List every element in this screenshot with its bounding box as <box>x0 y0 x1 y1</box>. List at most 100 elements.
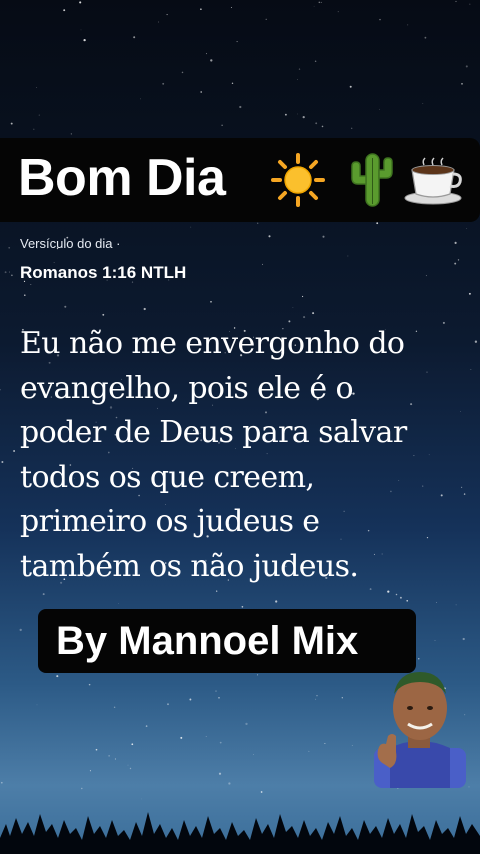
verse-line: poder de Deus para salvar <box>20 415 407 450</box>
star-dot <box>56 675 59 678</box>
star-dot <box>10 122 13 125</box>
star-dot <box>457 259 460 261</box>
star-dot <box>268 235 271 238</box>
star-dot <box>321 125 324 128</box>
star-dot <box>399 596 402 599</box>
star-dot <box>322 235 325 238</box>
verse-of-the-day-caption: Versículo do dia · <box>20 236 121 251</box>
star-dot <box>88 683 91 686</box>
star-dot <box>190 226 192 228</box>
star-dot <box>316 695 318 697</box>
star-dot <box>302 115 305 119</box>
star-dot <box>215 690 217 692</box>
star-dot <box>275 600 278 603</box>
star-dot <box>455 604 457 606</box>
star-dot <box>81 787 83 790</box>
star-dot <box>140 98 142 100</box>
star-dot <box>228 782 231 785</box>
star-dot <box>351 127 353 129</box>
star-dot <box>347 255 349 257</box>
star-dot <box>158 21 160 23</box>
verse-text: Eu não me envergonho do evangelho, pois … <box>20 322 460 589</box>
star-dot <box>30 283 32 286</box>
star-dot <box>70 133 72 135</box>
star-dot <box>95 748 98 751</box>
star-dot <box>284 113 287 116</box>
star-dot <box>313 5 315 7</box>
star-dot <box>189 698 192 701</box>
star-dot <box>418 658 420 660</box>
cactus-icon <box>351 153 393 207</box>
star-dot <box>63 9 66 12</box>
star-dot <box>302 295 304 298</box>
star-dot <box>79 1 82 4</box>
star-dot <box>462 637 465 641</box>
star-dot <box>265 18 267 20</box>
star-dot <box>253 754 254 755</box>
verse-line: Eu não me envergonho do <box>20 326 405 361</box>
star-dot <box>89 770 91 772</box>
star-dot <box>231 82 234 85</box>
star-dot <box>262 263 264 265</box>
star-dot <box>36 87 38 89</box>
star-dot <box>200 91 203 93</box>
star-dot <box>33 128 35 130</box>
author-credit: By Mannoel Mix <box>56 619 359 663</box>
star-dot <box>470 369 472 370</box>
star-dot <box>260 791 263 793</box>
star-dot <box>435 602 437 604</box>
star-dot <box>337 11 339 13</box>
star-dot <box>424 36 427 39</box>
star-dot <box>221 124 223 127</box>
star-dot <box>387 590 390 593</box>
star-dot <box>80 29 82 31</box>
star-dot <box>468 292 471 295</box>
star-dot <box>205 736 207 737</box>
star-dot <box>4 271 7 274</box>
star-dot <box>0 388 1 391</box>
star-dot <box>434 640 436 641</box>
star-dot <box>297 79 298 80</box>
star-dot <box>406 599 409 602</box>
star-dot <box>113 706 116 709</box>
star-dot <box>315 122 318 125</box>
star-dot <box>127 764 129 766</box>
verse-line: primeiro os judeus e <box>20 504 320 539</box>
star-dot <box>118 603 119 604</box>
star-dot <box>349 85 352 88</box>
star-dot <box>324 743 326 744</box>
forest-silhouette <box>0 812 480 854</box>
star-dot <box>162 82 165 85</box>
star-dot <box>24 294 26 296</box>
star-dot <box>463 493 466 495</box>
star-dot <box>8 246 11 249</box>
star-dot <box>239 105 242 109</box>
star-dot <box>376 222 379 225</box>
star-dot <box>454 241 457 244</box>
star-dot <box>320 1 322 3</box>
author-photo-thumbs-up <box>374 672 466 788</box>
star-dot <box>257 674 259 676</box>
star-dot <box>425 275 427 277</box>
star-dot <box>315 698 317 700</box>
star-dot <box>108 755 110 757</box>
star-dot <box>407 24 409 26</box>
star-dot <box>230 7 232 8</box>
star-dot <box>42 593 45 596</box>
star-dot <box>181 71 184 74</box>
star-dot <box>143 307 146 311</box>
star-dot <box>13 450 16 452</box>
star-dot <box>131 743 134 746</box>
star-dot <box>465 65 468 68</box>
star-dot <box>379 108 380 110</box>
star-dot <box>461 486 463 488</box>
star-dot <box>36 704 38 706</box>
star-dot <box>206 53 207 55</box>
star-dot <box>102 313 105 316</box>
star-dot <box>395 593 398 596</box>
star-dot <box>218 772 222 775</box>
star-dot <box>314 60 317 63</box>
star-dot <box>474 340 478 343</box>
star-dot <box>1 461 4 463</box>
star-dot <box>216 590 218 592</box>
